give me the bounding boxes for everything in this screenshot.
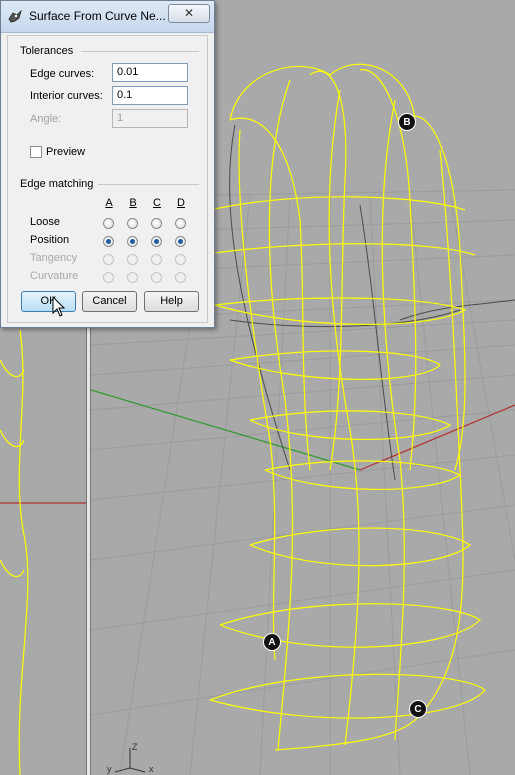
radio-tangency-a [103, 254, 114, 265]
rhino-app-icon [8, 9, 22, 23]
help-button[interactable]: Help [144, 291, 199, 312]
point-label-c: C [409, 700, 427, 718]
preview-label[interactable]: Preview [46, 146, 85, 158]
cancel-button[interactable]: Cancel [82, 291, 137, 312]
radio-position-c[interactable] [151, 236, 162, 247]
dialog-title: Surface From Curve Ne... [29, 9, 166, 23]
edge-curves-field[interactable]: 0.01 [112, 63, 188, 82]
column-header-c: C [153, 197, 161, 209]
radio-position-d[interactable] [175, 236, 186, 247]
radio-selected-dot [178, 239, 183, 244]
tolerances-divider [81, 51, 199, 52]
interior-curves-label: Interior curves: [30, 90, 103, 102]
column-header-d: D [177, 197, 185, 209]
yellow-curve-network [199, 63, 486, 751]
radio-position-a[interactable] [103, 236, 114, 247]
angle-label: Angle: [30, 113, 62, 125]
radio-loose-a[interactable] [103, 218, 114, 229]
radio-selected-dot [154, 239, 159, 244]
close-button[interactable]: ✕ [168, 4, 210, 23]
edge-matching-heading: Edge matching [20, 178, 94, 190]
interior-curves-field[interactable]: 0.1 [112, 86, 188, 105]
radio-loose-b[interactable] [127, 218, 138, 229]
radio-curvature-a [103, 272, 114, 283]
preview-checkbox[interactable] [30, 146, 42, 158]
point-label-a: A [263, 633, 281, 651]
point-label-b: B [398, 113, 416, 131]
radio-curvature-c [151, 272, 162, 283]
row-label-curvature: Curvature [30, 270, 79, 282]
row-label-tangency: Tangency [30, 252, 78, 264]
axis-triad [114, 748, 146, 773]
close-icon: ✕ [183, 6, 195, 20]
y-axis-line [90, 389, 361, 471]
radio-loose-c[interactable] [151, 218, 162, 229]
radio-selected-dot [106, 239, 111, 244]
tolerances-heading: Tolerances [20, 45, 74, 57]
row-label-loose: Loose [30, 216, 60, 228]
axis-label-y: y [107, 764, 112, 774]
radio-loose-d[interactable] [175, 218, 186, 229]
ok-button[interactable]: OK [21, 291, 76, 312]
surface-from-curve-network-dialog: Surface From Curve Ne... ✕ Tolerances Ed… [0, 0, 215, 328]
angle-field: 1 [112, 109, 188, 128]
radio-position-b[interactable] [127, 236, 138, 247]
radio-curvature-d [175, 272, 186, 283]
edge-matching-divider [98, 184, 199, 185]
radio-selected-dot [130, 239, 135, 244]
radio-tangency-d [175, 254, 186, 265]
axis-label-x: x [149, 764, 154, 774]
dialog-titlebar[interactable]: Surface From Curve Ne... ✕ [1, 1, 214, 33]
radio-tangency-c [151, 254, 162, 265]
column-header-b: B [129, 197, 137, 209]
radio-curvature-b [127, 272, 138, 283]
radio-tangency-b [127, 254, 138, 265]
edge-curves-label: Edge curves: [30, 68, 95, 80]
left-viewport-curves [0, 329, 29, 775]
column-header-a: A [105, 197, 113, 209]
dialog-body: Tolerances Edge curves: 0.01 Interior cu… [7, 35, 208, 323]
row-label-position: Position [30, 234, 70, 246]
axis-label-z: Z [132, 742, 138, 752]
mouse-pointer-icon [52, 296, 66, 317]
